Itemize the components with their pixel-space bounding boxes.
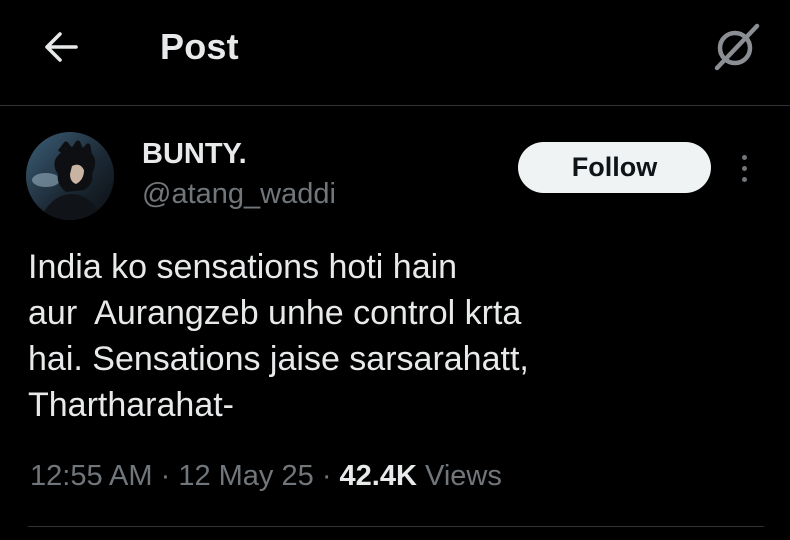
author-display-name[interactable]: BUNTY. [142, 138, 247, 171]
back-button[interactable] [36, 22, 86, 72]
more-vertical-icon [741, 165, 747, 171]
more-vertical-icon [741, 154, 747, 160]
arrow-left-icon [45, 32, 78, 62]
post-text-line: India ko sensations hoti hain [28, 248, 458, 286]
meta-separator: · [160, 460, 171, 492]
post-text: India ko sensations hoti hain aur Aurang… [28, 244, 768, 428]
follow-button[interactable]: Follow [518, 142, 711, 193]
post-text-line: Thartharahat- [28, 386, 234, 424]
divider [28, 526, 764, 527]
views-label: Views [425, 460, 502, 492]
post-metadata: 12:55 AM · 12 May 25 · 42.4K Views [30, 460, 502, 493]
meta-separator: · [321, 460, 332, 492]
views-count[interactable]: 42.4K [340, 460, 417, 492]
post-text-line: hai. Sensations jaise sarsarahatt, [28, 340, 529, 378]
more-options-button[interactable] [728, 148, 760, 188]
post-date[interactable]: 12 May 25 [178, 460, 313, 492]
grok-button[interactable] [706, 18, 766, 74]
profile-avatar [26, 132, 114, 220]
post-text-line: aur Aurangzeb unhe control krta [28, 294, 522, 332]
page-title: Post [160, 26, 239, 67]
more-vertical-icon [741, 176, 747, 182]
top-bar: Post [0, 0, 790, 106]
avatar[interactable] [26, 132, 114, 220]
author-handle[interactable]: @atang_waddi [142, 178, 336, 211]
grok-icon [714, 23, 760, 71]
post-time[interactable]: 12:55 AM [30, 460, 153, 492]
